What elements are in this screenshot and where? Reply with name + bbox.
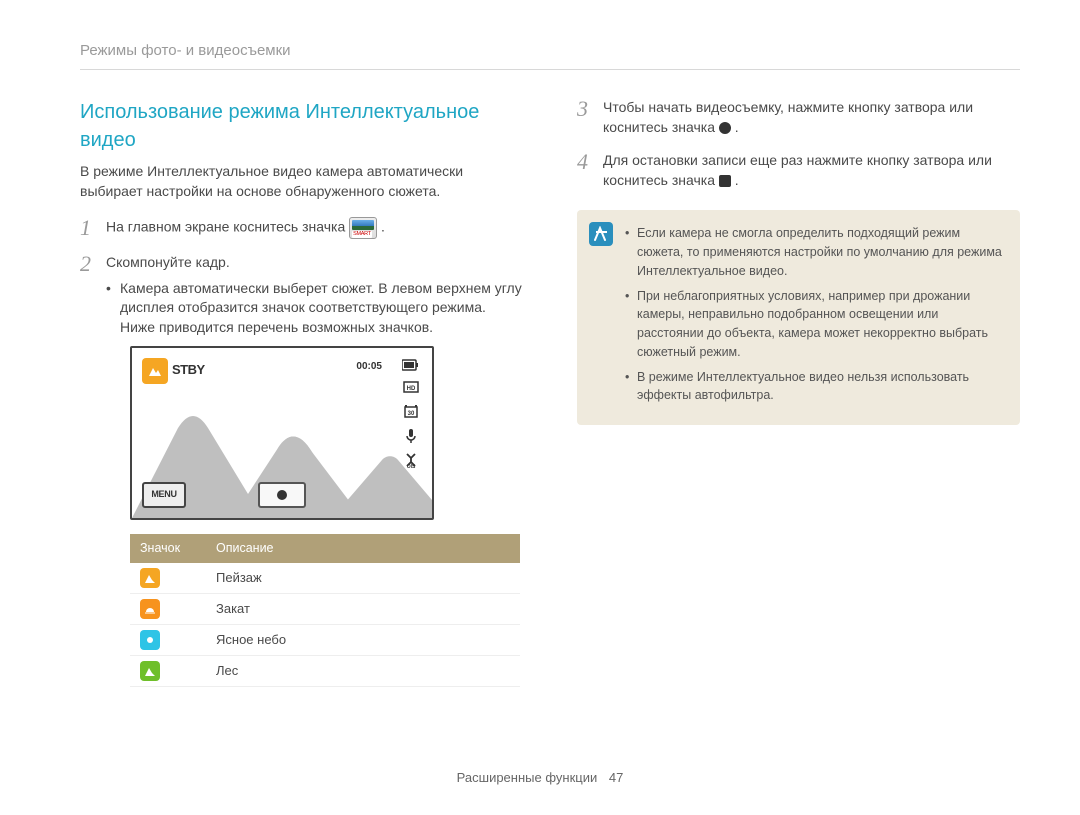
step-3: Чтобы начать видеосъемку, нажмите кнопку… [577, 98, 1020, 137]
smart-mode-icon [349, 217, 377, 239]
scene-icon-table: Значок Описание Пейзаж Закат [130, 534, 520, 688]
scene-landscape-icon [142, 358, 168, 384]
step-2: Скомпонуйте кадр. Камера автоматически в… [80, 253, 523, 687]
record-button[interactable] [258, 482, 306, 508]
standby-badge: STBY [142, 358, 205, 384]
note-item: При неблагоприятных условиях, например п… [625, 287, 1006, 362]
left-column: Использование режима Интеллектуальное ви… [80, 98, 523, 701]
section-intro: В режиме Интеллектуальное видео камера а… [80, 162, 523, 201]
step-1-text-a: На главном экране коснитесь значка [106, 219, 349, 235]
preview-status-icons: HD 30 OIS [402, 358, 420, 468]
step-1: На главном экране коснитесь значка . [80, 217, 523, 239]
table-cell-desc: Закат [206, 594, 520, 625]
step-1-text-b: . [381, 219, 385, 235]
svg-text:30: 30 [408, 411, 415, 417]
step-2-sublist: Камера автоматически выберет сюжет. В ле… [106, 279, 523, 338]
standby-label: STBY [172, 361, 205, 379]
info-icon [589, 222, 613, 246]
note-item: Если камера не смогла определить подходя… [625, 224, 1006, 280]
table-row: Ясное небо [130, 625, 520, 656]
chapter-header: Режимы фото- и видеосъемки [80, 40, 1020, 70]
table-cell-desc: Лес [206, 656, 520, 687]
table-cell-desc: Пейзаж [206, 563, 520, 594]
step-2-text: Скомпонуйте кадр. [106, 254, 230, 270]
table-header-icon: Значок [130, 534, 206, 564]
note-item: В режиме Интеллектуальное видео нельзя и… [625, 368, 1006, 406]
step-4-text-a: Для остановки записи еще раз нажмите кно… [603, 152, 992, 188]
clear-sky-scene-icon [140, 630, 160, 650]
section-title: Использование режима Интеллектуальное ви… [80, 98, 523, 154]
two-column-layout: Использование режима Интеллектуальное ви… [80, 98, 1020, 701]
microphone-icon [403, 428, 419, 444]
table-row: Лес [130, 656, 520, 687]
recording-time: 00:05 [356, 360, 382, 374]
steps-list-left: На главном экране коснитесь значка . Ско… [80, 217, 523, 687]
step-3-text-a: Чтобы начать видеосъемку, нажмите кнопку… [603, 99, 973, 135]
note-list: Если камера не смогла определить подходя… [625, 224, 1006, 405]
landscape-scene-icon [140, 568, 160, 588]
forest-scene-icon [140, 661, 160, 681]
record-stop-icon [719, 175, 731, 187]
table-row: Закат [130, 594, 520, 625]
step-3-text-b: . [735, 119, 739, 135]
step-4: Для остановки записи еще раз нажмите кно… [577, 151, 1020, 190]
sunset-scene-icon [140, 599, 160, 619]
svg-text:HD: HD [407, 386, 416, 392]
svg-text:OIS: OIS [407, 464, 416, 468]
battery-icon [402, 358, 420, 372]
right-column: Чтобы начать видеосъемку, нажмите кнопку… [577, 98, 1020, 701]
menu-button[interactable]: MENU [142, 482, 186, 508]
page: Режимы фото- и видеосъемки Использование… [0, 0, 1080, 815]
camera-preview-diagram: STBY 00:05 HD 30 OIS MENU [130, 346, 434, 520]
note-box: Если камера не смогла определить подходя… [577, 210, 1020, 425]
steps-list-right: Чтобы начать видеосъемку, нажмите кнопку… [577, 98, 1020, 190]
page-footer: Расширенные функции 47 [0, 769, 1080, 787]
table-cell-desc: Ясное небо [206, 625, 520, 656]
step-2-sub-item: Камера автоматически выберет сюжет. В ле… [106, 279, 523, 338]
step-4-text-b: . [735, 172, 739, 188]
table-header-desc: Описание [206, 534, 520, 564]
record-start-icon [719, 122, 731, 134]
resolution-icon: HD [403, 380, 419, 396]
footer-section-label: Расширенные функции [457, 770, 598, 785]
frame-rate-icon: 30 [403, 404, 419, 420]
table-row: Пейзаж [130, 563, 520, 594]
ois-icon: OIS [403, 452, 419, 468]
page-number: 47 [609, 770, 623, 785]
